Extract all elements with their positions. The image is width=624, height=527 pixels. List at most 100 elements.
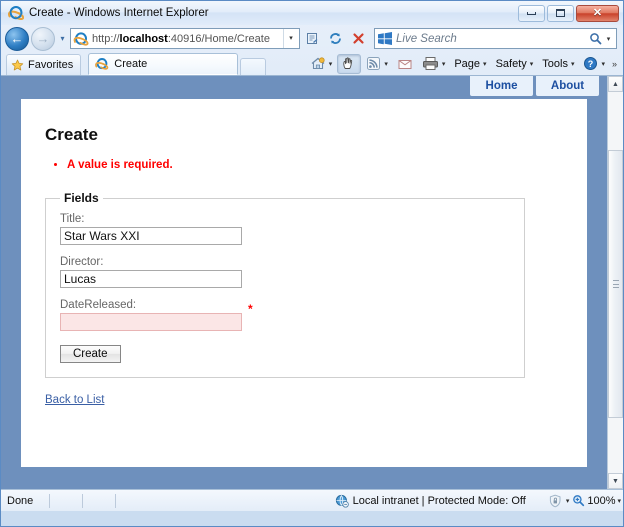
- stop-icon[interactable]: [348, 28, 369, 49]
- field-row-title: Title:: [60, 213, 510, 245]
- svg-text:?: ?: [588, 59, 594, 69]
- chevron-down-icon[interactable]: ▾: [601, 60, 605, 68]
- recent-pages-dropdown[interactable]: ▾: [57, 34, 68, 43]
- search-placeholder: Live Search: [396, 32, 457, 45]
- back-to-list-link[interactable]: Back to List: [45, 394, 104, 406]
- scroll-up-button[interactable]: ▲: [608, 76, 623, 92]
- validation-summary: A value is required.: [45, 159, 563, 171]
- compatibility-view-icon[interactable]: [302, 28, 323, 49]
- address-input[interactable]: http://localhost:40916/Home/Create ▾: [70, 28, 300, 49]
- title-bar: Create - Windows Internet Explorer ✕: [1, 1, 623, 25]
- zoom-level-label: 100%: [587, 494, 616, 507]
- help-menu[interactable]: ? ▾: [579, 54, 609, 74]
- browser-window: Create - Windows Internet Explorer ✕ ← →…: [0, 0, 624, 527]
- back-button[interactable]: ←: [5, 26, 29, 51]
- status-bar: Done Local intranet | Protected Mode: Of…: [1, 489, 623, 511]
- print-button[interactable]: ▾: [418, 54, 450, 74]
- submit-row: [60, 345, 510, 363]
- chevron-down-icon: ▾: [483, 60, 487, 68]
- site-navigation: Home About: [470, 76, 599, 96]
- command-bar: ▾ ▾ ▾ Page ▾ Safety ▾ Tools ▾ ? ▾ »: [306, 52, 623, 75]
- windows-live-icon: [378, 32, 392, 45]
- chevron-down-icon: ▾: [570, 60, 575, 68]
- star-icon: [11, 59, 24, 72]
- caret-browsing-button[interactable]: [337, 53, 362, 74]
- shield-icon[interactable]: [548, 494, 563, 508]
- internet-explorer-icon: [73, 31, 89, 47]
- chevron-down-icon[interactable]: ▾: [442, 60, 446, 68]
- maximize-button[interactable]: [547, 4, 574, 22]
- status-message: Done: [7, 494, 34, 507]
- minimize-button[interactable]: [518, 4, 545, 22]
- status-separators: [33, 493, 334, 509]
- chevron-down-icon[interactable]: ▾: [329, 60, 333, 68]
- zoom-control[interactable]: 100% ▾: [572, 494, 621, 507]
- datereleased-input[interactable]: [60, 313, 242, 331]
- chevron-down-icon: ▾: [529, 60, 534, 68]
- director-label: Director:: [60, 256, 104, 268]
- chevron-down-icon[interactable]: ▾: [617, 497, 621, 505]
- magnifier-icon[interactable]: [588, 32, 603, 45]
- director-input[interactable]: [60, 270, 242, 288]
- tab-strip: Create: [88, 53, 306, 75]
- address-text: http://localhost:40916/Home/Create: [92, 32, 270, 45]
- window-controls: ✕: [518, 4, 619, 22]
- feeds-button[interactable]: ▾: [362, 54, 392, 74]
- address-bar-row: ← → ▾ http://localhost:40916/Home/Create…: [1, 25, 623, 52]
- page-menu[interactable]: Page ▾: [450, 54, 490, 74]
- title-input[interactable]: [60, 227, 242, 245]
- search-input[interactable]: Live Search ▾: [374, 28, 617, 49]
- close-icon: ✕: [592, 6, 603, 19]
- favorites-label: Favorites: [28, 59, 74, 71]
- refresh-icon[interactable]: [325, 28, 346, 49]
- site-nav-home[interactable]: Home: [470, 76, 533, 96]
- command-bar-overflow-icon[interactable]: »: [610, 59, 619, 69]
- safety-menu[interactable]: Safety ▾: [492, 54, 538, 74]
- safety-menu-label: Safety: [495, 57, 527, 70]
- chevron-down-icon: ▼: [612, 477, 619, 485]
- page-scrollbar-vertical[interactable]: ▲ ▼: [607, 76, 623, 489]
- browser-viewport: Home About Create A value is required. F…: [1, 76, 623, 489]
- back-arrow-icon: ←: [10, 31, 24, 46]
- read-mail-button[interactable]: [393, 54, 417, 74]
- chevron-down-icon[interactable]: ▾: [566, 497, 570, 505]
- internet-explorer-icon: [95, 57, 109, 71]
- validation-error-item: A value is required.: [67, 159, 563, 171]
- tab-and-command-row: Favorites Create ▾ ▾ ▾ Page ▾ Safety ▾ T…: [1, 52, 623, 76]
- page-title: Create: [45, 125, 98, 144]
- search-dropdown-icon[interactable]: ▾: [603, 35, 614, 43]
- tools-menu-label: Tools: [542, 57, 568, 70]
- scrollbar-grip-icon: [612, 280, 619, 288]
- address-dropdown-icon[interactable]: ▾: [283, 29, 298, 48]
- fieldset-legend: Fields: [64, 191, 99, 205]
- security-zone-label: Local intranet | Protected Mode: Off: [352, 494, 526, 507]
- new-tab-button[interactable]: [240, 58, 267, 75]
- chevron-up-icon: ▲: [612, 80, 619, 88]
- field-row-datereleased: DateReleased: *: [60, 299, 510, 331]
- field-row-director: Director:: [60, 256, 510, 288]
- tab-label: Create: [114, 58, 148, 70]
- status-bar-right: ▾ 100% ▾: [548, 494, 621, 508]
- page-menu-label: Page: [454, 57, 481, 70]
- scrollbar-track[interactable]: [608, 92, 623, 473]
- home-button[interactable]: ▾: [306, 54, 337, 74]
- favorites-button[interactable]: Favorites: [6, 54, 82, 75]
- chevron-down-icon[interactable]: ▾: [384, 60, 388, 68]
- forward-arrow-icon: →: [36, 31, 50, 46]
- tab-create[interactable]: Create: [88, 53, 239, 75]
- datereleased-label: DateReleased:: [60, 299, 137, 311]
- required-field-marker: *: [248, 302, 253, 316]
- forward-button[interactable]: →: [31, 26, 55, 51]
- internet-explorer-icon: [8, 5, 24, 21]
- window-title: Create - Windows Internet Explorer: [29, 7, 209, 19]
- scrollbar-thumb[interactable]: [608, 150, 623, 418]
- title-label: Title:: [60, 213, 85, 225]
- close-button[interactable]: ✕: [576, 4, 619, 22]
- tools-menu[interactable]: Tools ▾: [538, 54, 578, 74]
- site-nav-about[interactable]: About: [536, 76, 599, 96]
- fields-fieldset: Fields Title: Director:: [45, 191, 525, 378]
- create-submit-button[interactable]: [60, 345, 121, 363]
- security-zone[interactable]: Local intranet | Protected Mode: Off: [335, 494, 526, 508]
- zoom-icon: [572, 494, 585, 507]
- scroll-down-button[interactable]: ▼: [608, 473, 623, 489]
